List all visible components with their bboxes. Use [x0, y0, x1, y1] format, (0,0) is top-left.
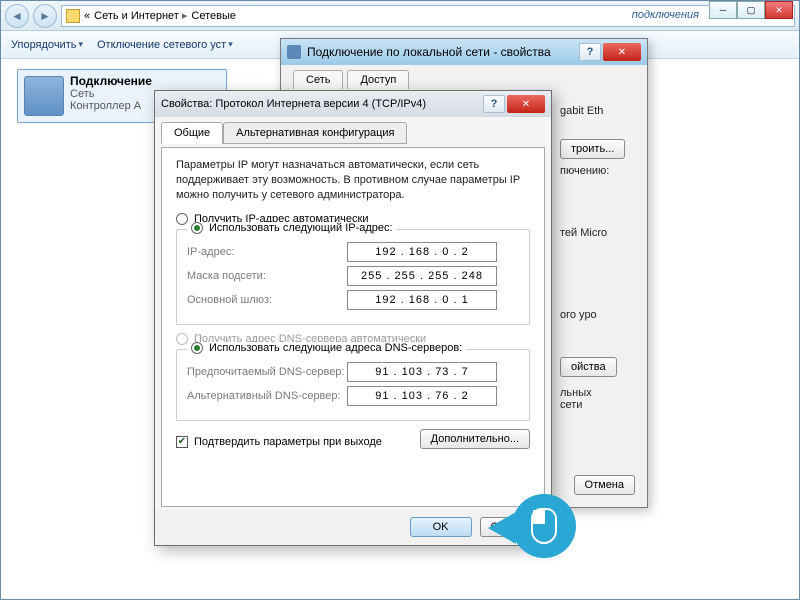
subnet-mask-input[interactable]: 255 . 255 . 255 . 248: [347, 266, 497, 286]
connection-properties-titlebar: Подключение по локальной сети - свойства…: [281, 39, 647, 65]
gateway-label: Основной шлюз:: [187, 294, 347, 306]
close-button[interactable]: ✕: [507, 95, 545, 113]
radio-ip-manual-label: Использовать следующий IP-адрес:: [209, 222, 393, 234]
maximize-button[interactable]: [737, 1, 765, 19]
radio-ip-manual-row[interactable]: Использовать следующий IP-адрес:: [187, 222, 397, 234]
tab-access[interactable]: Доступ: [347, 70, 409, 89]
ip-address-input[interactable]: 192 . 168 . 0 . 2: [347, 242, 497, 262]
parent-button-row: Отмена: [574, 475, 635, 495]
tab-network[interactable]: Сеть: [293, 70, 343, 89]
gateway-input[interactable]: 192 . 168 . 0 . 1: [347, 290, 497, 310]
configure-button[interactable]: троить...: [560, 139, 625, 159]
connection-status: Сеть: [70, 88, 152, 100]
subnet-mask-label: Маска подсети:: [187, 270, 347, 282]
preferred-dns-input[interactable]: 91 . 103 . 73 . 7: [347, 362, 497, 382]
explorer-window-controls: [709, 1, 793, 19]
alternate-dns-label: Альтернативный DNS-сервер:: [187, 390, 347, 402]
system-icon: [287, 45, 301, 59]
network-adapter-icon: [24, 76, 64, 116]
ip-address-label: IP-адрес:: [187, 246, 347, 258]
ok-button[interactable]: OK: [410, 517, 472, 537]
radio-dns-manual-label: Использовать следующие адреса DNS-сервер…: [209, 342, 462, 354]
radio-dns-manual[interactable]: [191, 342, 203, 354]
toolbar-organize[interactable]: Упорядочить: [11, 39, 83, 51]
properties-button[interactable]: ойства: [560, 357, 617, 377]
tab-general[interactable]: Общие: [161, 122, 223, 144]
validate-checkbox-row[interactable]: ✔ Подтвердить параметры при выходе: [176, 436, 382, 448]
cancel-button[interactable]: Отмена: [480, 517, 541, 537]
help-button[interactable]: ?: [483, 95, 505, 113]
nav-back-button[interactable]: ◄: [5, 4, 29, 28]
folder-icon: [66, 9, 80, 23]
ip-manual-group: Использовать следующий IP-адрес: IP-адре…: [176, 229, 530, 325]
cancel-button[interactable]: Отмена: [574, 475, 635, 495]
ipv4-titlebar: Свойства: Протокол Интернета версии 4 (T…: [155, 91, 551, 117]
tab-alternate-config[interactable]: Альтернативная конфигурация: [223, 122, 407, 144]
info-text: Параметры IP могут назначаться автоматич…: [176, 158, 530, 203]
ipv4-tabs: Общие Альтернативная конфигурация: [155, 117, 551, 143]
connection-adapter: Контроллер A: [70, 100, 152, 112]
validate-checkbox[interactable]: ✔: [176, 436, 188, 448]
connection-text: Подключение Сеть Контроллер A: [70, 74, 152, 118]
validate-checkbox-label: Подтвердить параметры при выходе: [194, 436, 382, 448]
connection-properties-title: Подключение по локальной сети - свойства: [307, 45, 551, 59]
parent-tabs: Сеть Доступ: [281, 65, 647, 89]
radio-dns-manual-row[interactable]: Использовать следующие адреса DNS-сервер…: [187, 342, 466, 354]
ipv4-button-row: OK Отмена: [155, 509, 551, 545]
alternate-dns-input[interactable]: 91 . 103 . 76 . 2: [347, 386, 497, 406]
connection-title: Подключение: [70, 74, 152, 88]
help-button[interactable]: ?: [579, 43, 601, 61]
explorer-nav-bar: ◄ ► « Сеть и Интернет Сетевые подключени…: [1, 1, 799, 31]
dns-manual-group: Использовать следующие адреса DNS-сервер…: [176, 349, 530, 421]
minimize-button[interactable]: [709, 1, 737, 19]
ipv4-general-panel: Параметры IP могут назначаться автоматич…: [161, 147, 545, 507]
ipv4-properties-dialog: Свойства: Протокол Интернета версии 4 (T…: [154, 90, 552, 546]
radio-ip-manual[interactable]: [191, 222, 203, 234]
close-button[interactable]: [765, 1, 793, 19]
advanced-button[interactable]: Дополнительно...: [420, 429, 530, 449]
breadcrumb-1[interactable]: Сеть и Интернет: [94, 9, 187, 22]
parent-right-strip: gabit Eth троить... пючению: тей Micro о…: [560, 99, 635, 411]
breadcrumb-hint: подключения: [632, 9, 699, 21]
ipv4-title: Свойства: Протокол Интернета версии 4 (T…: [161, 98, 426, 110]
nav-forward-button[interactable]: ►: [33, 4, 57, 28]
toolbar-disable-device[interactable]: Отключение сетевого уст: [97, 39, 233, 51]
preferred-dns-label: Предпочитаемый DNS-сервер:: [187, 366, 347, 378]
ipv4-body: Общие Альтернативная конфигурация Параме…: [155, 117, 551, 545]
breadcrumb-2[interactable]: Сетевые: [191, 10, 236, 22]
close-button[interactable]: ✕: [603, 43, 641, 61]
